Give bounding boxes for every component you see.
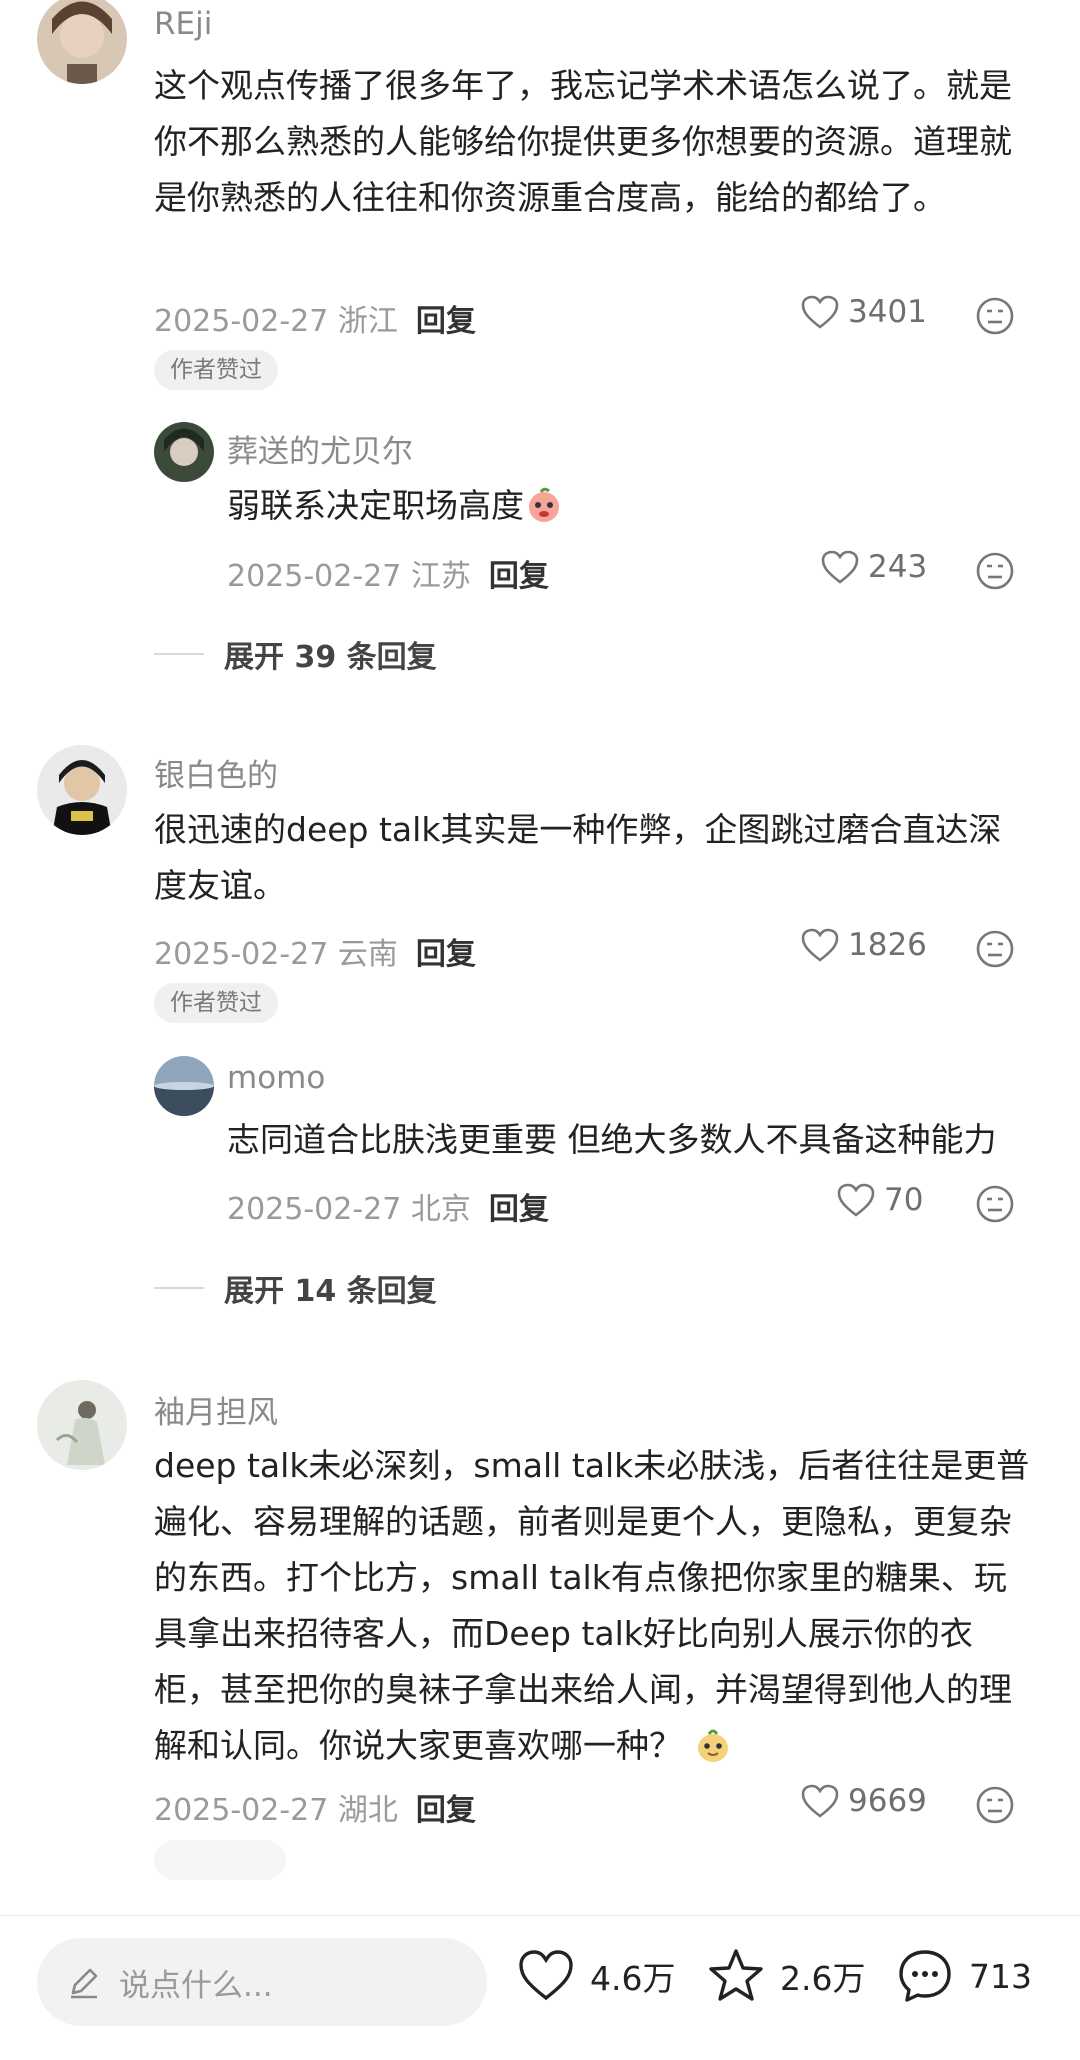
author-liked-badge: 作者赞过	[154, 983, 278, 1023]
avatar[interactable]	[37, 1380, 127, 1470]
reply-username[interactable]: 葬送的尤贝尔	[227, 426, 413, 471]
heart-icon	[837, 1183, 875, 1217]
like-count: 243	[868, 549, 928, 585]
comment-meta: 2025-02-27 湖北 回复	[154, 1785, 476, 1829]
comment-text: 这个观点传播了很多年了，我忘记学术术语怎么说了。就是你不那么熟悉的人能够给你提供…	[154, 66, 1012, 217]
reply-button[interactable]: 回复	[416, 304, 476, 339]
like-count: 70	[884, 1182, 924, 1218]
username[interactable]: REji	[154, 6, 212, 42]
comment-input-placeholder: 说点什么...	[119, 1967, 273, 2004]
username[interactable]: 银白色的	[154, 750, 278, 795]
reply-meta: 2025-02-27 北京 回复	[227, 1184, 549, 1228]
comment-text: deep talk未必深刻，small talk未必肤浅，后者往往是更普遍化、容…	[154, 1438, 1034, 1774]
reply-username[interactable]: momo	[227, 1060, 325, 1096]
reply-button[interactable]: 回复	[416, 1793, 476, 1828]
divider	[154, 653, 204, 655]
comment-text: 很迅速的deep talk其实是一种作弊，企图跳过磨合直达深度友谊。	[154, 810, 1002, 905]
avatar[interactable]	[37, 745, 127, 835]
dislike-face-icon[interactable]	[975, 1184, 1015, 1224]
dislike-face-icon[interactable]	[975, 296, 1015, 336]
date-location: 2025-02-27 江苏	[227, 559, 471, 594]
dislike-face-icon[interactable]	[975, 929, 1015, 969]
expand-replies-label: 展开 14 条回复	[224, 1274, 437, 1309]
faded-badge-placeholder	[154, 1840, 286, 1880]
post-comment-button[interactable]: 713	[895, 1946, 1032, 2006]
like-count: 3401	[848, 294, 927, 330]
expand-replies-button[interactable]: 展开 39 条回复	[154, 632, 437, 676]
heart-icon	[801, 295, 839, 329]
like-count: 1826	[848, 927, 927, 963]
like-count: 9669	[848, 1783, 927, 1819]
dislike-face-icon[interactable]	[975, 1785, 1015, 1825]
post-comment-count: 713	[969, 1956, 1032, 1996]
reply-like-button[interactable]: 70	[836, 1182, 923, 1218]
heart-icon	[821, 550, 859, 584]
reply-text-content: 弱联系决定职场高度	[227, 486, 524, 525]
divider	[154, 1287, 204, 1289]
like-button[interactable]: 1826	[800, 927, 927, 963]
comment-input[interactable]: 说点什么...	[37, 1938, 487, 2026]
heart-icon	[801, 1784, 839, 1818]
comment-meta: 2025-02-27 浙江 回复	[154, 296, 476, 340]
reply-button[interactable]: 回复	[489, 559, 549, 594]
dislike-face-icon[interactable]	[975, 551, 1015, 591]
post-favorite-count: 2.6万	[780, 1959, 866, 1998]
reply-button[interactable]: 回复	[416, 937, 476, 972]
date-location: 2025-02-27 浙江	[154, 304, 398, 339]
post-favorite-button[interactable]: 2.6万	[706, 1946, 865, 2006]
heart-icon	[801, 928, 839, 962]
comment-text-content: deep talk未必深刻，small talk未必肤浅，后者往往是更普遍化、容…	[154, 1446, 1030, 1765]
comment-bubble-icon	[899, 1950, 951, 2002]
reply-text: 志同道合比肤浅更重要 但绝大多数人不具备这种能力	[227, 1120, 997, 1159]
post-like-count: 4.6万	[590, 1959, 676, 1998]
pen-icon	[71, 1968, 98, 1999]
like-button[interactable]: 3401	[800, 294, 927, 330]
date-location: 2025-02-27 湖北	[154, 1793, 398, 1828]
reply-text: 弱联系决定职场高度	[227, 478, 1027, 534]
mascot-emoji-icon	[697, 1729, 728, 1762]
date-location: 2025-02-27 北京	[227, 1192, 471, 1227]
reply-meta: 2025-02-27 江苏 回复	[227, 551, 549, 595]
reply-avatar[interactable]	[154, 422, 214, 482]
expand-replies-label: 展开 39 条回复	[224, 640, 437, 675]
like-button[interactable]: 9669	[800, 1783, 927, 1819]
reply-like-button[interactable]: 243	[820, 549, 927, 585]
expand-replies-button[interactable]: 展开 14 条回复	[154, 1266, 437, 1310]
reply-button[interactable]: 回复	[489, 1192, 549, 1227]
avatar[interactable]	[37, 0, 127, 84]
date-location: 2025-02-27 云南	[154, 937, 398, 972]
heart-icon	[519, 1950, 573, 2001]
username[interactable]: 袖月担风	[154, 1387, 278, 1432]
post-like-button[interactable]: 4.6万	[516, 1946, 675, 2006]
peach-emoji-icon	[529, 487, 559, 522]
star-icon	[709, 1949, 763, 2001]
bottom-action-bar: 说点什么... 4.6万 2.6万 713	[0, 1915, 1080, 2060]
comment-meta: 2025-02-27 云南 回复	[154, 929, 476, 973]
author-liked-badge: 作者赞过	[154, 350, 278, 390]
reply-avatar[interactable]	[154, 1056, 214, 1116]
